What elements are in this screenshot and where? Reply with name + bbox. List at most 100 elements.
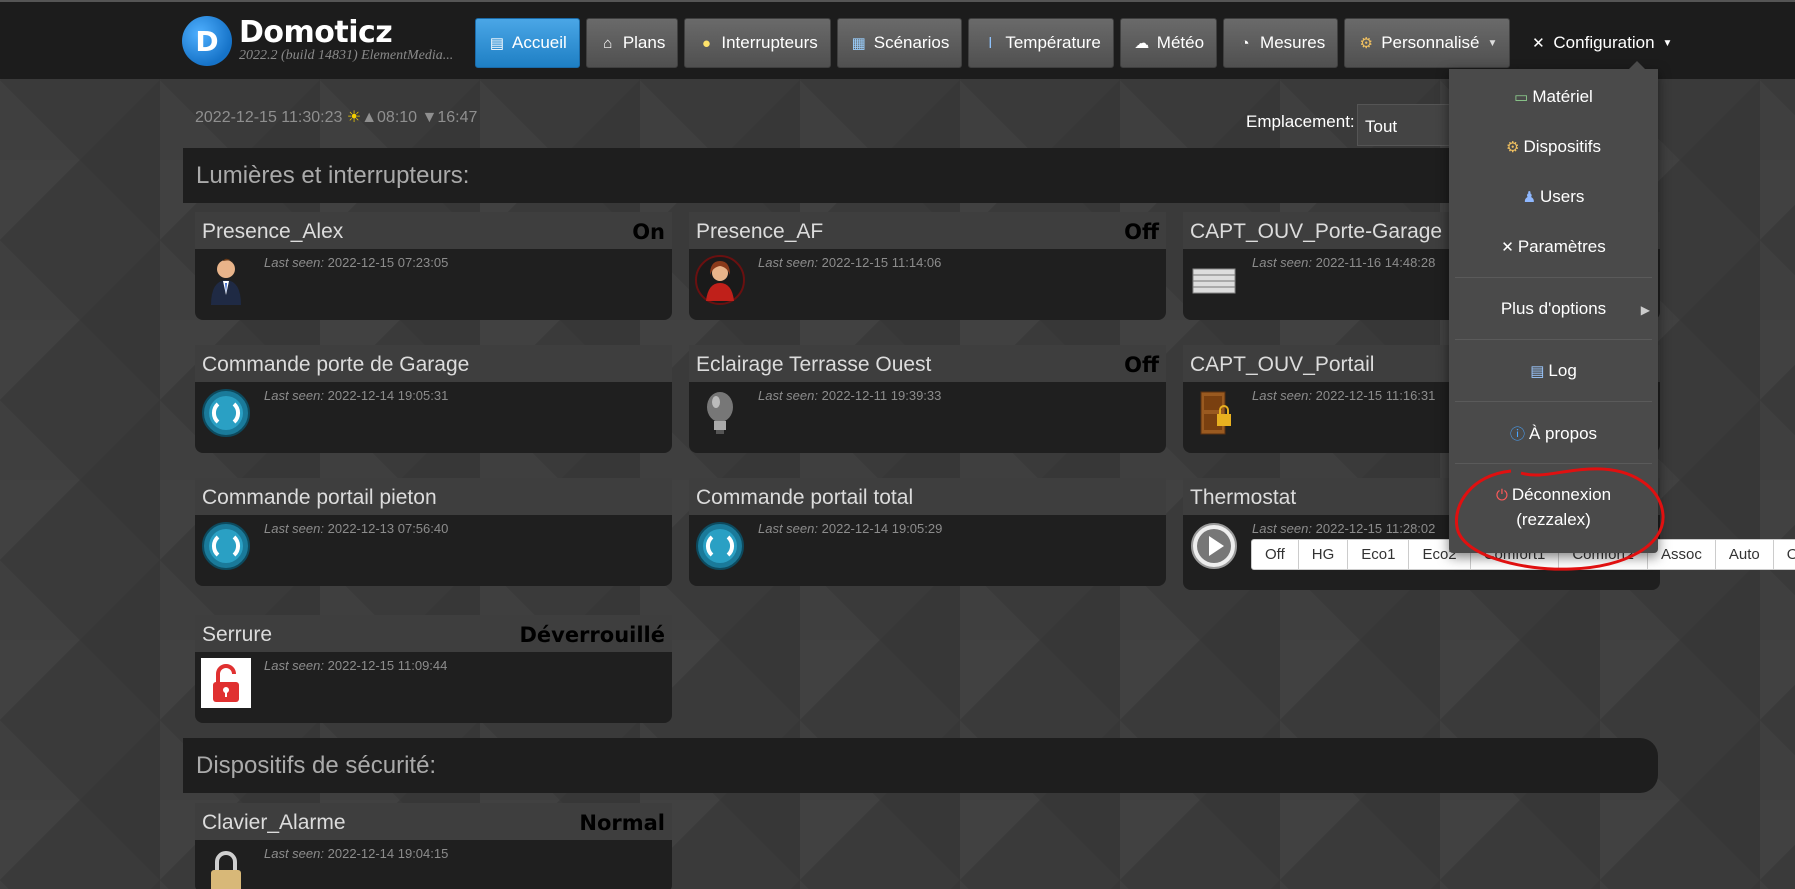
location-select[interactable]: Tout — [1357, 104, 1457, 146]
nav-interrupteurs[interactable]: ● Interrupteurs — [684, 18, 831, 68]
app-build: 2022.2 (build 14831) ElementMedia... — [239, 48, 454, 63]
menu-item-a-propos[interactable]: ⓘ À propos — [1449, 423, 1658, 444]
app-logo[interactable]: D Domoticz 2022.2 (build 14831) ElementM… — [182, 16, 453, 66]
info-icon: ⓘ — [1509, 426, 1525, 443]
nav-personnalise[interactable]: ⚙ Personnalisé ▼ — [1344, 18, 1511, 68]
device-name: Commande portail total — [696, 486, 914, 509]
sunrise-time: ▲08:10 — [361, 109, 418, 126]
menu-item-dispositifs[interactable]: ⚙ Dispositifs — [1449, 137, 1658, 157]
last-seen: Last seen: 2022-12-13 07:56:40 — [264, 521, 449, 536]
annotation-circle — [1454, 467, 1665, 571]
last-seen: Last seen: 2022-12-15 11:09:44 — [264, 658, 448, 673]
menu-divider — [1455, 277, 1652, 278]
device-name: Presence_Alex — [202, 220, 344, 243]
mode-button[interactable]: Op — [1774, 540, 1795, 569]
device-card[interactable]: Presence_AF Off Last seen: 2022-12-15 11:… — [689, 212, 1166, 320]
datetime-bar: 2022-12-15 11:30:23 ☀▲08:10 ▼16:47 — [195, 107, 477, 127]
nav-meteo[interactable]: ☁ Météo — [1119, 18, 1218, 68]
hardware-icon: ▭ — [1514, 89, 1529, 106]
nav-scenarios[interactable]: ▦ Scénarios — [836, 18, 963, 68]
push-button-icon[interactable] — [201, 388, 251, 438]
bulb-off-icon[interactable] — [695, 388, 745, 438]
push-button-icon[interactable] — [695, 521, 745, 571]
last-seen: Last seen: 2022-12-15 11:14:06 — [758, 255, 942, 270]
play-icon[interactable] — [1189, 521, 1239, 571]
nav-accueil[interactable]: ▤ Accueil — [475, 18, 580, 68]
menu-item-log[interactable]: ▤ Log — [1449, 361, 1658, 381]
device-status: Normal — [579, 811, 665, 835]
garage-door-icon[interactable] — [1189, 255, 1239, 305]
padlock-open-icon[interactable] — [201, 658, 251, 708]
device-card[interactable]: Serrure Déverrouillé Last seen: 2022-12-1… — [195, 615, 672, 723]
device-card[interactable]: Presence_Alex On Last seen: 2022-12-15 07… — [195, 212, 672, 320]
sun-icon: ☀ — [346, 109, 362, 126]
nav-plans[interactable]: ⌂ Plans — [585, 18, 679, 68]
caret-down-icon: ▼ — [1487, 37, 1498, 49]
current-datetime: 2022-12-15 11:30:23 — [195, 109, 343, 126]
last-seen: Last seen: 2022-12-15 11:28:02 — [1252, 521, 1436, 536]
device-status: On — [632, 220, 665, 244]
last-seen: Last seen: 2022-12-14 19:05:29 — [758, 521, 943, 536]
last-seen: Last seen: 2022-12-14 19:04:15 — [264, 846, 449, 861]
mode-button[interactable]: Auto — [1716, 540, 1774, 569]
menu-item-materiel[interactable]: ▭ Matériel — [1449, 87, 1658, 107]
device-name: CAPT_OUV_Portail — [1190, 353, 1375, 376]
menu-item-parametres[interactable]: ✕ Paramètres — [1449, 237, 1658, 257]
device-name: Commande portail pieton — [202, 486, 437, 509]
menu-item-plus-options[interactable]: Plus d'options ▶ — [1449, 299, 1658, 319]
section-security-header: Dispositifs de sécurité: — [183, 738, 1658, 793]
app-title: Domoticz — [239, 15, 393, 50]
clapper-icon: ▦ — [851, 35, 866, 52]
device-name: Serrure — [202, 623, 273, 646]
location-label: Emplacement: — [1246, 112, 1355, 131]
mode-button[interactable]: HG — [1299, 540, 1349, 569]
caret-down-icon: ▼ — [1662, 37, 1673, 49]
device-status: Déverrouillé — [519, 623, 665, 647]
nav-configuration[interactable]: ✕ Configuration ▼ — [1516, 18, 1686, 68]
section-lights-header: Lumières et interrupteurs: — [183, 148, 1658, 203]
mode-button[interactable]: Eco1 — [1348, 540, 1410, 569]
device-name: Presence_AF — [696, 220, 824, 243]
nav-mesures[interactable]: ◔ Mesures — [1223, 18, 1339, 68]
main-nav: ▤ Accueil ⌂ Plans ● Interrupteurs ▦ Scénario… — [475, 18, 1686, 68]
wrench-icon: ✕ — [1501, 239, 1514, 256]
push-button-icon[interactable] — [201, 521, 251, 571]
device-card[interactable]: Commande porte de Garage Last seen: 2022… — [195, 345, 672, 453]
man-avatar-icon[interactable] — [201, 255, 251, 305]
device-card[interactable]: Eclairage Terrasse Ouest Off Last seen: 2… — [689, 345, 1166, 453]
top-navbar: D Domoticz 2022.2 (build 14831) ElementM… — [0, 0, 1795, 79]
mode-button[interactable]: Off — [1252, 540, 1299, 569]
gear-icon: ⚙ — [1506, 139, 1520, 156]
last-seen: Last seen: 2022-11-16 14:48:28 — [1252, 255, 1436, 270]
device-status: Off — [1124, 220, 1159, 244]
device-card[interactable]: Clavier_Alarme Normal Last seen: 2022-12-… — [195, 803, 672, 889]
nav-temperature[interactable]: ǀ Température — [968, 18, 1114, 68]
chevron-right-icon: ▶ — [1640, 303, 1650, 317]
log-icon: ▤ — [1530, 363, 1545, 380]
user-icon: ♟ — [1522, 189, 1537, 206]
weather-icon: ☁ — [1134, 35, 1150, 52]
house-icon: ⌂ — [603, 34, 613, 52]
lightbulb-icon: ● — [701, 34, 711, 52]
wrench-icon: ✕ — [1532, 35, 1545, 52]
device-status: Off — [1124, 353, 1159, 377]
door-lock-icon[interactable] — [1189, 388, 1239, 438]
device-card[interactable]: Commande portail total Last seen: 2022-1… — [689, 478, 1166, 586]
last-seen: Last seen: 2022-12-15 11:16:31 — [1252, 388, 1436, 403]
device-card[interactable]: Commande portail pieton Last seen: 2022-… — [195, 478, 672, 586]
menu-divider — [1455, 339, 1652, 340]
padlock-icon[interactable] — [201, 846, 251, 889]
device-name: Eclairage Terrasse Ouest — [696, 353, 932, 376]
gear-icon: ⚙ — [1359, 35, 1373, 52]
last-seen: Last seen: 2022-12-11 19:39:33 — [758, 388, 942, 403]
gauge-icon: ◔ — [1240, 34, 1250, 52]
menu-divider — [1455, 463, 1652, 464]
domoticz-logo-icon: D — [182, 16, 232, 66]
device-name: CAPT_OUV_Porte-Garage — [1190, 220, 1443, 243]
last-seen: Last seen: 2022-12-15 07:23:05 — [264, 255, 449, 270]
woman-avatar-icon[interactable] — [695, 255, 745, 305]
menu-item-users[interactable]: ♟ Users — [1449, 187, 1658, 207]
device-name: Thermostat — [1190, 486, 1297, 509]
last-seen: Last seen: 2022-12-14 19:05:31 — [264, 388, 449, 403]
device-name: Commande porte de Garage — [202, 353, 470, 376]
